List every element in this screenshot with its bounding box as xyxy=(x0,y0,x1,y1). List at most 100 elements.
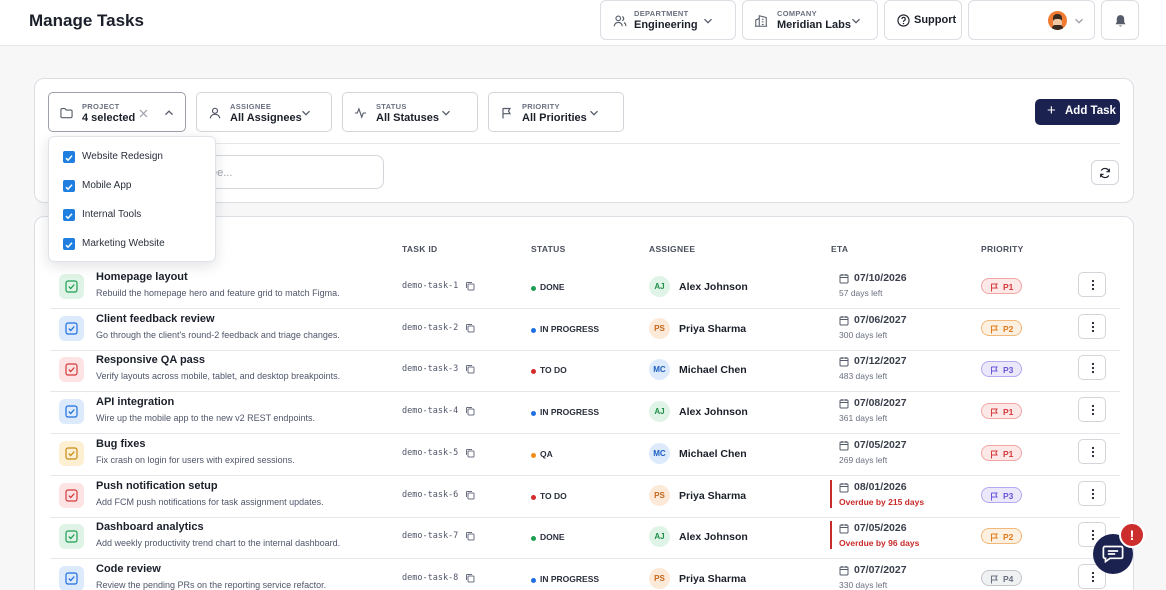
company-label: COMPANY xyxy=(777,9,817,18)
company-selector[interactable]: COMPANY Meridian Labs xyxy=(742,0,878,40)
task-check-icon xyxy=(59,315,84,341)
project-filter-value: 4 selected xyxy=(82,112,136,124)
flag-icon xyxy=(991,408,998,417)
refresh-icon xyxy=(1100,167,1110,179)
priority-badge: P1 xyxy=(981,278,1022,294)
department-selector[interactable]: DEPARTMENT Engineering xyxy=(600,0,736,40)
task-id: demo-task-1 xyxy=(402,281,459,291)
checkbox-checked-icon[interactable] xyxy=(63,209,75,221)
task-check-icon xyxy=(59,357,84,383)
task-description: Go through the client's round-2 feedback… xyxy=(96,329,340,340)
notifications-button[interactable] xyxy=(1101,0,1139,40)
table-row[interactable]: Client feedback review Go through the cl… xyxy=(50,309,1120,351)
status-filter-label: STATUS xyxy=(376,102,407,111)
eta-date: 07/12/2027 xyxy=(854,355,907,368)
copy-icon[interactable] xyxy=(465,406,475,416)
eta-remaining: Overdue by 215 days xyxy=(839,496,925,507)
assignee-filter-label: ASSIGNEE xyxy=(230,102,272,111)
status-badge: IN PROGRESS xyxy=(540,407,600,418)
copy-icon[interactable] xyxy=(465,323,475,333)
copy-icon[interactable] xyxy=(465,364,475,374)
assignee-avatar: AJ xyxy=(649,526,670,548)
overdue-indicator xyxy=(830,521,832,550)
flag-icon xyxy=(502,107,512,119)
checkbox-checked-icon[interactable] xyxy=(63,238,75,250)
copy-icon[interactable] xyxy=(465,531,475,541)
help-icon xyxy=(897,14,910,27)
more-actions-button[interactable] xyxy=(1078,355,1106,381)
assignee-avatar: AJ xyxy=(649,276,670,297)
eta-remaining: 330 days left xyxy=(839,579,888,590)
project-filter[interactable]: PROJECT 4 selected xyxy=(48,92,186,132)
chevron-down-icon xyxy=(590,110,598,116)
task-title[interactable]: Push notification setup xyxy=(96,480,218,492)
more-actions-button[interactable] xyxy=(1078,397,1106,423)
more-actions-button[interactable] xyxy=(1078,272,1106,297)
assignee-name: Michael Chen xyxy=(679,447,747,460)
priority-filter[interactable]: PRIORITY All Priorities xyxy=(488,92,624,132)
copy-icon[interactable] xyxy=(465,490,475,500)
task-title[interactable]: Bug fixes xyxy=(96,438,146,450)
task-title[interactable]: Client feedback review xyxy=(96,313,215,325)
table-row[interactable]: Bug fixes Fix crash on login for users w… xyxy=(50,434,1120,476)
table-row[interactable]: Dashboard analytics Add weekly productiv… xyxy=(50,517,1120,560)
department-label: DEPARTMENT xyxy=(634,9,689,18)
task-title[interactable]: Dashboard analytics xyxy=(96,521,204,533)
table-row[interactable]: Push notification setup Add FCM push not… xyxy=(50,476,1120,518)
eta-remaining: 361 days left xyxy=(839,413,888,424)
priority-label: P2 xyxy=(1003,532,1014,543)
clear-icon[interactable] xyxy=(139,109,148,118)
task-description: Add weekly productivity trend chart to t… xyxy=(96,538,341,549)
more-actions-button[interactable] xyxy=(1078,438,1106,464)
priority-badge: P3 xyxy=(981,486,1022,503)
support-button[interactable]: Support xyxy=(884,0,962,40)
assignee-name: Alex Johnson xyxy=(679,406,748,419)
refresh-button[interactable] xyxy=(1091,160,1119,185)
checkbox-checked-icon[interactable] xyxy=(63,180,75,192)
task-title[interactable]: Homepage layout xyxy=(96,271,188,283)
avatar xyxy=(1048,11,1067,30)
user-menu[interactable] xyxy=(968,0,1095,40)
table-row[interactable]: Responsive QA pass Verify layouts across… xyxy=(50,350,1120,393)
bell-icon xyxy=(1115,15,1126,27)
calendar-icon xyxy=(839,565,849,576)
table-row[interactable]: Homepage layout Rebuild the homepage her… xyxy=(50,267,1120,309)
task-id: demo-task-5 xyxy=(402,447,459,458)
flag-icon xyxy=(991,366,998,375)
project-option-label: Marketing Website xyxy=(82,238,165,249)
eta-date: 07/05/2027 xyxy=(854,438,907,451)
assignee-name: Alex Johnson xyxy=(679,281,748,293)
task-title[interactable]: Responsive QA pass xyxy=(96,354,205,366)
chat-badge: ! xyxy=(1119,522,1145,548)
assignee-avatar: AJ xyxy=(649,401,670,423)
status-dot xyxy=(531,411,536,417)
task-description: Wire up the mobile app to the new v2 RES… xyxy=(96,413,315,424)
activity-icon xyxy=(354,107,367,119)
chevron-down-icon xyxy=(852,18,860,24)
eta-date: 07/10/2026 xyxy=(854,272,907,284)
more-vertical-icon xyxy=(1091,446,1095,457)
add-task-button[interactable]: + Add Task xyxy=(1035,99,1120,125)
eta-date: 07/05/2026 xyxy=(854,522,907,535)
assignee-filter[interactable]: ASSIGNEE All Assignees xyxy=(196,92,332,132)
copy-icon[interactable] xyxy=(465,281,475,291)
table-row[interactable]: Code review Review the pending PRs on th… xyxy=(50,559,1120,590)
copy-icon[interactable] xyxy=(465,448,475,458)
priority-filter-label: PRIORITY xyxy=(522,102,560,111)
task-title[interactable]: API integration xyxy=(96,396,174,408)
table-row[interactable]: API integration Wire up the mobile app t… xyxy=(50,392,1120,435)
page-title: Manage Tasks xyxy=(29,11,144,30)
task-id: demo-task-8 xyxy=(402,572,459,583)
status-dot xyxy=(531,286,536,291)
checkbox-checked-icon[interactable] xyxy=(63,151,75,163)
task-title[interactable]: Code review xyxy=(96,563,161,575)
column-header-status: STATUS xyxy=(531,244,566,254)
chevron-down-icon xyxy=(302,110,310,116)
task-check-icon xyxy=(59,565,84,590)
more-actions-button[interactable] xyxy=(1078,480,1106,506)
copy-icon[interactable] xyxy=(465,573,475,583)
status-filter[interactable]: STATUS All Statuses xyxy=(342,92,478,132)
project-option-label: Mobile App xyxy=(82,180,132,191)
more-actions-button[interactable] xyxy=(1078,313,1106,339)
flag-icon xyxy=(991,283,998,292)
